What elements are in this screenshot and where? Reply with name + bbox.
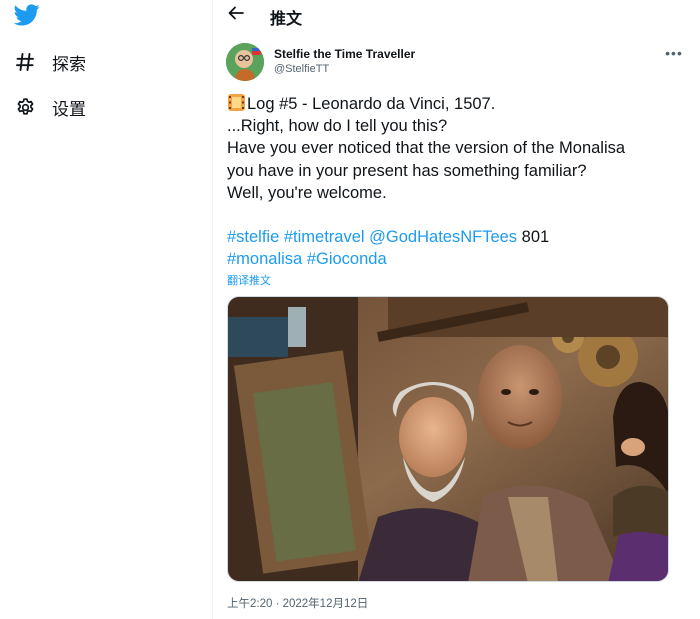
tweet-image[interactable] [227, 296, 669, 582]
sidebar-item-explore[interactable]: 探索 [14, 47, 86, 77]
hashtag-link[interactable]: #monalisa [227, 250, 302, 268]
sidebar: 探索 设置 [0, 0, 212, 619]
hashtag-link[interactable]: #stelfie [227, 228, 279, 246]
mention-link[interactable]: @GodHatesNFTees [369, 228, 517, 246]
sidebar-item-label: 设置 [52, 99, 86, 119]
author-handle[interactable]: @StelfieTT [274, 63, 329, 75]
tweet-tags: #stelfie #timetravel @GodHatesNFTees 801… [227, 226, 687, 270]
tweet-timestamp[interactable]: 上午2:20 · 2022年12月12日 [227, 595, 368, 611]
tweet-line: Have you ever noticed that the version o… [227, 139, 626, 158]
hashtag-icon [14, 51, 36, 73]
avatar[interactable] [226, 43, 264, 81]
gear-icon [14, 96, 36, 118]
more-options-button[interactable]: ••• [662, 45, 686, 63]
tweet-column: 推文 Stelfie the Time Traveller @StelfieTT… [212, 0, 700, 619]
background-panel [635, 90, 700, 170]
tweet-line: ...Right, how do I tell you this? [227, 117, 448, 136]
tweet-author: Stelfie the Time Traveller @StelfieTT ••… [226, 43, 686, 83]
sidebar-item-label: 探索 [52, 54, 86, 74]
app: 探索 设置 推文 Stelfie the Time Traveller @Ste… [0, 0, 700, 619]
hashtag-link[interactable]: #Gioconda [307, 250, 387, 268]
film-frames-icon [227, 93, 246, 112]
tweet-line: you have in your present has something f… [227, 161, 587, 180]
arrow-left-icon [228, 6, 244, 25]
tweet-line: Log #5 - Leonardo da Vinci, 1507. [227, 93, 687, 115]
translate-tweet-link[interactable]: 翻译推文 [227, 272, 271, 288]
tweet-text: Log #5 - Leonardo da Vinci, 1507. ...Rig… [227, 93, 687, 204]
hashtag-link[interactable]: #timetravel [284, 228, 365, 246]
header: 推文 [213, 0, 700, 30]
back-button[interactable] [225, 4, 247, 26]
author-name[interactable]: Stelfie the Time Traveller [274, 47, 415, 61]
tweet-number: 801 [521, 228, 550, 246]
sidebar-item-settings[interactable]: 设置 [14, 92, 86, 122]
twitter-bird-icon[interactable] [13, 4, 40, 28]
tweet-line: Well, you're welcome. [227, 183, 387, 202]
page-title: 推文 [270, 11, 303, 28]
